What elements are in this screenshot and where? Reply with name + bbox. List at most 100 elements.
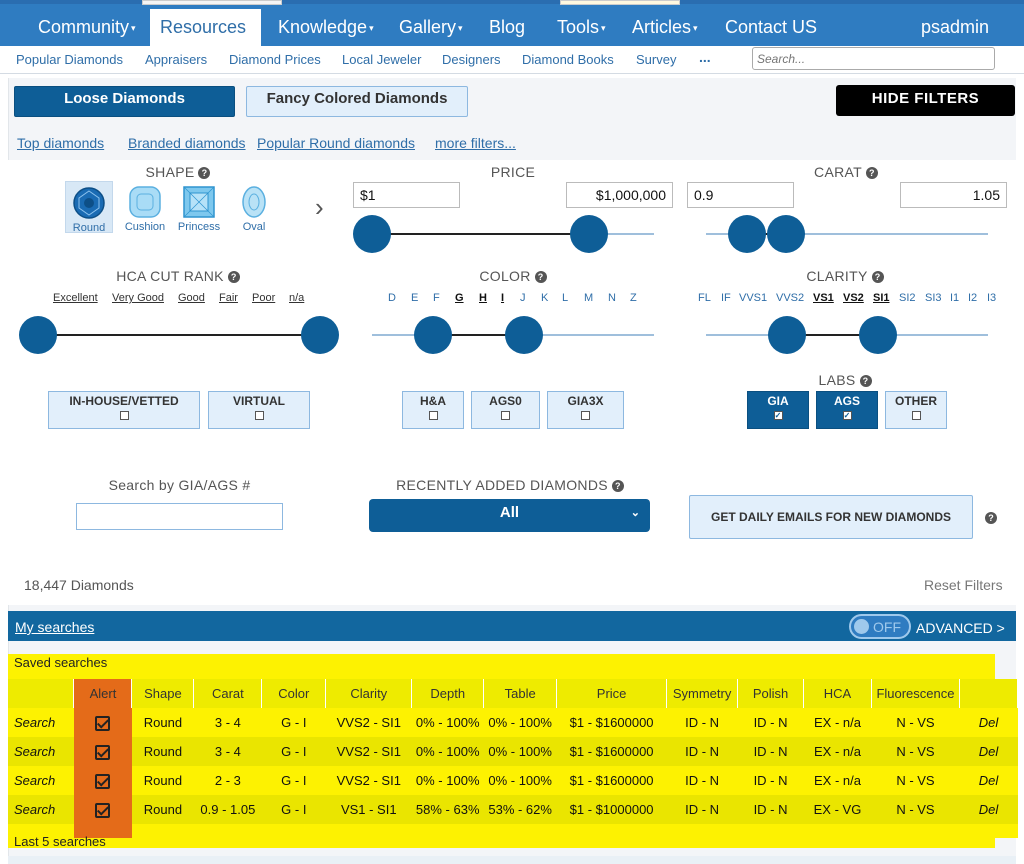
clarity-vs2[interactable]: VS2 xyxy=(843,292,864,304)
alert-checkbox[interactable] xyxy=(73,708,132,737)
subnav-survey[interactable]: Survey xyxy=(636,52,676,67)
color-h[interactable]: H xyxy=(479,292,487,304)
daily-emails-help[interactable]: ? xyxy=(981,509,997,527)
my-searches-link[interactable]: My searches xyxy=(15,619,94,635)
color-d[interactable]: D xyxy=(388,292,396,304)
price-min-handle[interactable] xyxy=(353,215,391,253)
clarity-i2[interactable]: I2 xyxy=(968,292,977,304)
subnav-local-jeweler[interactable]: Local Jeweler xyxy=(342,52,422,67)
inhouse-vetted-toggle[interactable]: IN-HOUSE/VETTED xyxy=(48,391,200,429)
color-f[interactable]: F xyxy=(433,292,440,304)
shape-next-arrow-icon[interactable]: › xyxy=(315,192,324,222)
alert-checkbox[interactable] xyxy=(73,766,132,795)
hide-filters-button[interactable]: HIDE FILTERS xyxy=(836,85,1015,116)
nav-blog[interactable]: Blog xyxy=(479,9,535,46)
nav-community[interactable]: Community ▾ xyxy=(28,9,146,46)
shape-oval[interactable]: Oval xyxy=(230,181,278,233)
ags0-toggle[interactable]: AGS0 xyxy=(471,391,540,429)
help-icon[interactable]: ? xyxy=(227,271,240,284)
cut-na[interactable]: n/a xyxy=(289,292,304,304)
link-popular-round-diamonds[interactable]: Popular Round diamonds xyxy=(257,135,415,151)
clarity-min-handle[interactable] xyxy=(768,316,806,354)
clarity-si3[interactable]: SI3 xyxy=(925,292,942,304)
tab-loose-diamonds[interactable]: Loose Diamonds xyxy=(14,86,235,117)
clarity-max-handle[interactable] xyxy=(859,316,897,354)
link-top-diamonds[interactable]: Top diamonds xyxy=(17,135,104,151)
link-more-filters[interactable]: more filters... xyxy=(435,135,516,151)
cut-excellent[interactable]: Excellent xyxy=(53,292,98,304)
delete-link[interactable]: Del xyxy=(959,708,1018,737)
price-max-input[interactable]: $1,000,000 xyxy=(566,182,673,208)
cut-good[interactable]: Good xyxy=(178,292,205,304)
carat-min-handle[interactable] xyxy=(728,215,766,253)
carat-max-input[interactable]: 1.05 xyxy=(900,182,1007,208)
color-k[interactable]: K xyxy=(541,292,548,304)
nav-contact-us[interactable]: Contact US xyxy=(715,9,827,46)
clarity-si2[interactable]: SI2 xyxy=(899,292,916,304)
color-j[interactable]: J xyxy=(520,292,526,304)
advanced-toggle[interactable]: OFF xyxy=(849,614,911,639)
lab-gia-toggle[interactable]: GIA ✓ xyxy=(747,391,809,429)
subnav-diamond-books[interactable]: Diamond Books xyxy=(522,52,614,67)
color-max-handle[interactable] xyxy=(505,316,543,354)
cut-min-handle[interactable] xyxy=(19,316,57,354)
color-m[interactable]: M xyxy=(584,292,593,304)
alert-checkbox[interactable] xyxy=(73,795,132,824)
carat-min-input[interactable]: 0.9 xyxy=(687,182,794,208)
cut-max-handle[interactable] xyxy=(301,316,339,354)
color-i[interactable]: I xyxy=(501,292,504,304)
reset-filters-link[interactable]: Reset Filters xyxy=(924,577,1003,593)
clarity-i1[interactable]: I1 xyxy=(950,292,959,304)
clarity-i3[interactable]: I3 xyxy=(987,292,996,304)
help-icon[interactable]: ? xyxy=(534,271,547,284)
cut-poor[interactable]: Poor xyxy=(252,292,275,304)
alert-checkbox[interactable] xyxy=(73,737,132,766)
search-link[interactable]: Search xyxy=(8,795,74,824)
price-max-handle[interactable] xyxy=(570,215,608,253)
nav-user-psadmin[interactable]: psadmin xyxy=(911,9,999,46)
clarity-si1[interactable]: SI1 xyxy=(873,292,890,304)
gia3x-toggle[interactable]: GIA3X xyxy=(547,391,624,429)
recent-dropdown[interactable]: All ⌄ xyxy=(369,499,650,532)
lab-other-toggle[interactable]: OTHER xyxy=(885,391,947,429)
shape-cushion[interactable]: Cushion xyxy=(121,181,169,233)
subnav-designers[interactable]: Designers xyxy=(442,52,501,67)
help-icon[interactable]: ? xyxy=(871,271,884,284)
color-n[interactable]: N xyxy=(608,292,616,304)
carat-max-handle[interactable] xyxy=(767,215,805,253)
search-link[interactable]: Search xyxy=(8,766,74,795)
ha-toggle[interactable]: H&A xyxy=(402,391,464,429)
color-g[interactable]: G xyxy=(455,292,464,304)
delete-link[interactable]: Del xyxy=(959,795,1018,824)
nav-gallery[interactable]: Gallery ▾ xyxy=(389,9,473,46)
subnav-more-ellipsis[interactable]: ... xyxy=(699,49,711,65)
clarity-vvs1[interactable]: VVS1 xyxy=(739,292,767,304)
color-min-handle[interactable] xyxy=(414,316,452,354)
nav-articles[interactable]: Articles ▾ xyxy=(622,9,708,46)
lab-ags-toggle[interactable]: AGS ✓ xyxy=(816,391,878,429)
subnav-diamond-prices[interactable]: Diamond Prices xyxy=(229,52,321,67)
search-link[interactable]: Search xyxy=(8,737,74,766)
color-l[interactable]: L xyxy=(562,292,568,304)
help-icon[interactable]: ? xyxy=(198,167,211,180)
clarity-vs1[interactable]: VS1 xyxy=(813,292,834,304)
help-icon[interactable]: ? xyxy=(859,375,872,388)
delete-link[interactable]: Del xyxy=(959,737,1018,766)
shape-round[interactable]: Round xyxy=(65,181,113,234)
site-search-input[interactable] xyxy=(752,47,995,70)
nav-tools[interactable]: Tools ▾ xyxy=(547,9,616,46)
daily-emails-button[interactable]: GET DAILY EMAILS FOR NEW DIAMONDS xyxy=(689,495,973,539)
virtual-toggle[interactable]: VIRTUAL xyxy=(208,391,310,429)
clarity-vvs2[interactable]: VVS2 xyxy=(776,292,804,304)
cut-very-good[interactable]: Very Good xyxy=(112,292,164,304)
advanced-link[interactable]: ADVANCED > xyxy=(916,620,1005,636)
delete-link[interactable]: Del xyxy=(959,766,1018,795)
nav-resources[interactable]: Resources xyxy=(150,9,261,46)
help-icon[interactable]: ? xyxy=(611,480,624,493)
color-z[interactable]: Z xyxy=(630,292,637,304)
nav-knowledge[interactable]: Knowledge ▾ xyxy=(268,9,384,46)
color-e[interactable]: E xyxy=(411,292,418,304)
subnav-appraisers[interactable]: Appraisers xyxy=(145,52,207,67)
subnav-popular-diamonds[interactable]: Popular Diamonds xyxy=(16,52,123,67)
shape-princess[interactable]: Princess xyxy=(175,181,223,233)
